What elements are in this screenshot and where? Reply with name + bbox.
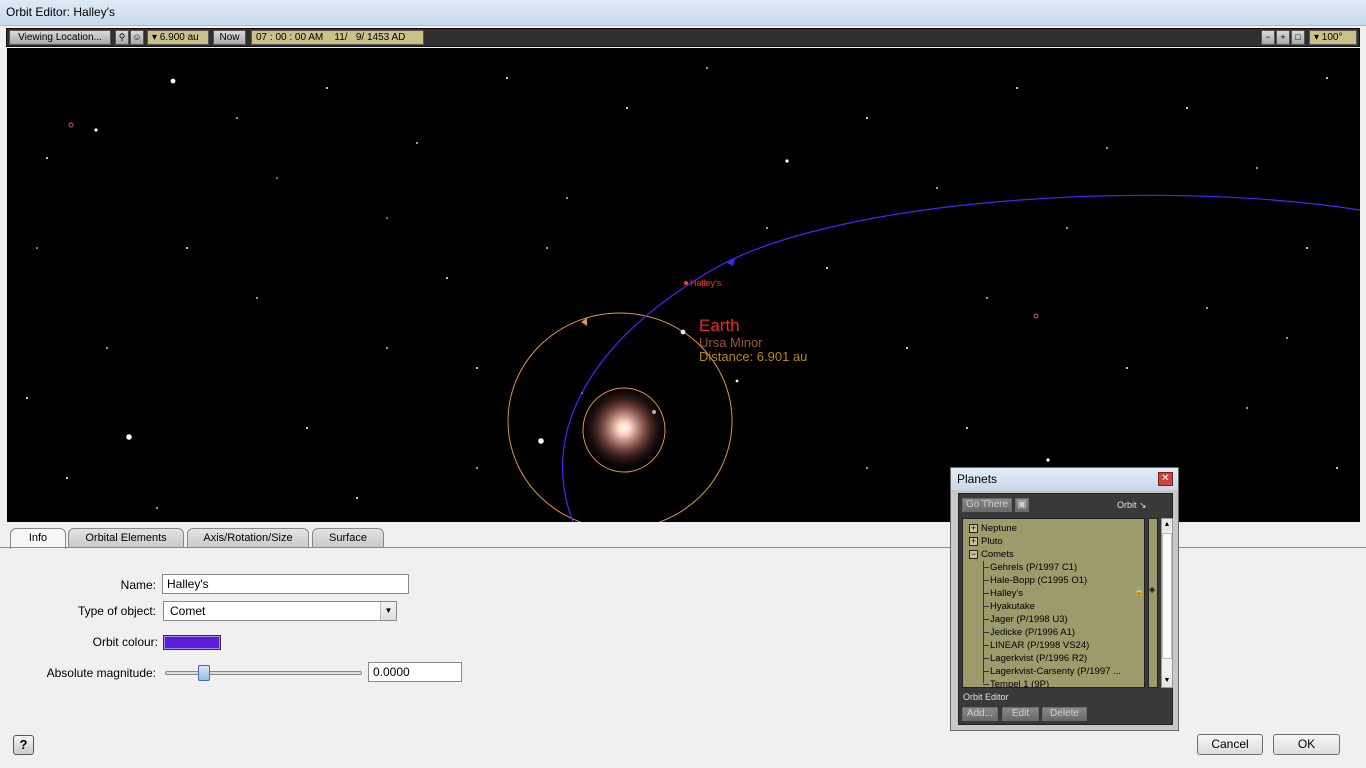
tree-label: Lagerkvist (P/1996 R2) bbox=[990, 653, 1088, 664]
sky-view[interactable]: Halley's Earth Ursa Minor Distance: 6.90… bbox=[7, 48, 1360, 522]
now-button[interactable]: Now bbox=[213, 30, 246, 45]
list-item[interactable]: Hale-Bopp (C1995 O1) bbox=[963, 574, 1143, 587]
tab-orbital-elements[interactable]: Orbital Elements bbox=[68, 528, 184, 548]
go-there-button[interactable]: Go There bbox=[962, 498, 1012, 512]
tree-group[interactable]: − Comets bbox=[963, 548, 1143, 561]
type-label: Type of object: bbox=[77, 604, 156, 618]
tree-label: Hale-Bopp (C1995 O1) bbox=[990, 575, 1088, 586]
halleys-marker[interactable] bbox=[684, 281, 688, 285]
tree-label: Comets bbox=[981, 549, 1014, 560]
delete-button[interactable]: Delete bbox=[1042, 707, 1087, 721]
zoom-box-icon[interactable]: □ bbox=[1291, 30, 1305, 45]
tab-info[interactable]: Info bbox=[10, 528, 66, 549]
list-item[interactable]: Jager (P/1998 U3) bbox=[963, 613, 1143, 626]
tree-group[interactable]: + Neptune bbox=[963, 522, 1143, 535]
lock-icon[interactable]: ▣ bbox=[1015, 498, 1029, 512]
tree-connector bbox=[983, 684, 989, 685]
zoom-out-icon[interactable]: − bbox=[1261, 30, 1275, 45]
scroll-thumb[interactable] bbox=[1162, 533, 1172, 659]
expand-icon[interactable]: + bbox=[969, 524, 978, 533]
fov-dropdown[interactable]: ▾ 100° bbox=[1309, 30, 1357, 45]
tree-label: Tempel 1 (9P) bbox=[990, 679, 1050, 688]
tab-axis-rotation-size[interactable]: Axis/Rotation/Size bbox=[187, 528, 309, 548]
tree-label: Hyakutake bbox=[990, 601, 1035, 612]
tree-label: Jedicke (P/1996 A1) bbox=[990, 627, 1076, 638]
star-field bbox=[26, 67, 1338, 509]
list-item[interactable]: Tempel 1 (9P) bbox=[963, 678, 1143, 688]
chevron-down-icon[interactable]: ▼ bbox=[380, 602, 396, 620]
orbit-visible-icon[interactable]: ◈ bbox=[1149, 585, 1155, 594]
name-label: Name: bbox=[120, 578, 156, 592]
list-item[interactable]: Hyakutake bbox=[963, 600, 1143, 613]
viewing-location-button[interactable]: Viewing Location... bbox=[9, 30, 111, 45]
help-button[interactable]: ? bbox=[13, 735, 34, 755]
title-bar: Orbit Editor: Halley's bbox=[0, 0, 1366, 26]
list-item[interactable]: Halley's bbox=[963, 587, 1143, 600]
tree-connector bbox=[983, 561, 984, 683]
tab-surface[interactable]: Surface bbox=[312, 528, 384, 548]
orbit-column-label: Orbit ↘ bbox=[1117, 500, 1147, 510]
orbit-colour-swatch[interactable] bbox=[163, 635, 221, 650]
tree-label: Jager (P/1998 U3) bbox=[990, 614, 1068, 625]
list-item[interactable]: Jedicke (P/1996 A1) bbox=[963, 626, 1143, 639]
planet-marker bbox=[1033, 313, 1039, 319]
planets-panel-titlebar[interactable]: Planets ✕ bbox=[951, 468, 1178, 490]
add-button[interactable]: Add... bbox=[962, 707, 998, 721]
magnitude-label: Absolute magnitude: bbox=[46, 666, 156, 680]
name-field[interactable]: Halley's bbox=[162, 574, 409, 594]
tree-label: Neptune bbox=[981, 523, 1017, 534]
magnitude-field[interactable]: 0.0000 bbox=[368, 662, 462, 682]
tree-label: Lagerkvist-Carsenty (P/1997 ... bbox=[990, 666, 1121, 677]
ok-button[interactable]: OK bbox=[1273, 734, 1340, 755]
tree-label: LINEAR (P/1998 VS24) bbox=[990, 640, 1090, 651]
edit-button[interactable]: Edit bbox=[1002, 707, 1039, 721]
halleys-label: Halley's bbox=[690, 278, 722, 288]
tree-group[interactable]: + Pluto bbox=[963, 535, 1143, 548]
planets-panel-body: Go There ▣ Orbit ↘ + Neptune + Pluto − Comets… bbox=[958, 493, 1173, 725]
list-item[interactable]: Gehrels (P/1997 C1) bbox=[963, 561, 1143, 574]
orbit-editor-section-label: Orbit Editor bbox=[963, 692, 1009, 702]
list-item[interactable]: Lagerkvist-Carsenty (P/1997 ... bbox=[963, 665, 1143, 678]
telescope-icon[interactable]: ⚲ bbox=[115, 30, 129, 45]
planet-marker bbox=[68, 122, 74, 128]
orbit-column-text: Orbit bbox=[1117, 500, 1137, 510]
planets-scrollbar[interactable]: ▲ ▼ bbox=[1161, 518, 1173, 688]
view-toolbar: Viewing Location... ⚲ ☺ ▾ 6.900 au Now 0… bbox=[6, 28, 1360, 47]
distance-label: Distance: 6.901 au bbox=[699, 349, 808, 364]
sky-chart bbox=[26, 67, 1360, 522]
expand-icon[interactable]: + bbox=[969, 537, 978, 546]
datetime-display[interactable]: 07 : 00 : 00 AM 11/ 9/ 1453 AD bbox=[251, 30, 424, 45]
list-item[interactable]: Lagerkvist (P/1996 R2) bbox=[963, 652, 1143, 665]
type-selected-value: Comet bbox=[170, 604, 206, 618]
orbit-editor-window: Orbit Editor: Halley's Viewing Location.… bbox=[0, 0, 1366, 768]
tree-label: Gehrels (P/1997 C1) bbox=[990, 562, 1078, 573]
collapse-icon[interactable]: − bbox=[969, 550, 978, 559]
orbit-column: ◈ bbox=[1148, 518, 1158, 688]
type-select[interactable]: Comet ▼ bbox=[163, 601, 397, 621]
lock-icon[interactable]: 🔒 bbox=[1134, 587, 1144, 596]
sun bbox=[579, 383, 669, 473]
window-title: Orbit Editor: Halley's bbox=[6, 5, 115, 19]
orbit-direction-arrow bbox=[727, 258, 735, 266]
scroll-up-icon[interactable]: ▲ bbox=[1162, 519, 1172, 531]
close-icon[interactable]: ✕ bbox=[1158, 472, 1173, 486]
zoom-in-icon[interactable]: + bbox=[1276, 30, 1290, 45]
distance-dropdown[interactable]: ▾ 6.900 au bbox=[147, 30, 209, 45]
list-item[interactable]: LINEAR (P/1998 VS24) bbox=[963, 639, 1143, 652]
tree-label: Halley's bbox=[990, 588, 1023, 599]
planets-panel-title: Planets bbox=[957, 472, 998, 486]
magnitude-slider-track[interactable] bbox=[165, 671, 362, 675]
earth-marker[interactable] bbox=[680, 329, 686, 335]
planets-panel: Planets ✕ Go There ▣ Orbit ↘ + Neptune + Pl… bbox=[950, 467, 1179, 731]
constellation-label: Ursa Minor bbox=[699, 335, 763, 350]
selected-object-name: Earth bbox=[699, 316, 740, 335]
cancel-button[interactable]: Cancel bbox=[1197, 734, 1263, 755]
scroll-down-icon[interactable]: ▼ bbox=[1162, 675, 1172, 687]
colour-label: Orbit colour: bbox=[92, 635, 158, 649]
magnitude-slider-thumb[interactable] bbox=[198, 665, 211, 681]
tree-label: Pluto bbox=[981, 536, 1003, 547]
person-icon[interactable]: ☺ bbox=[130, 30, 144, 45]
planets-tree[interactable]: + Neptune + Pluto − Comets Gehrels (P/1997 C1)… bbox=[962, 518, 1145, 688]
